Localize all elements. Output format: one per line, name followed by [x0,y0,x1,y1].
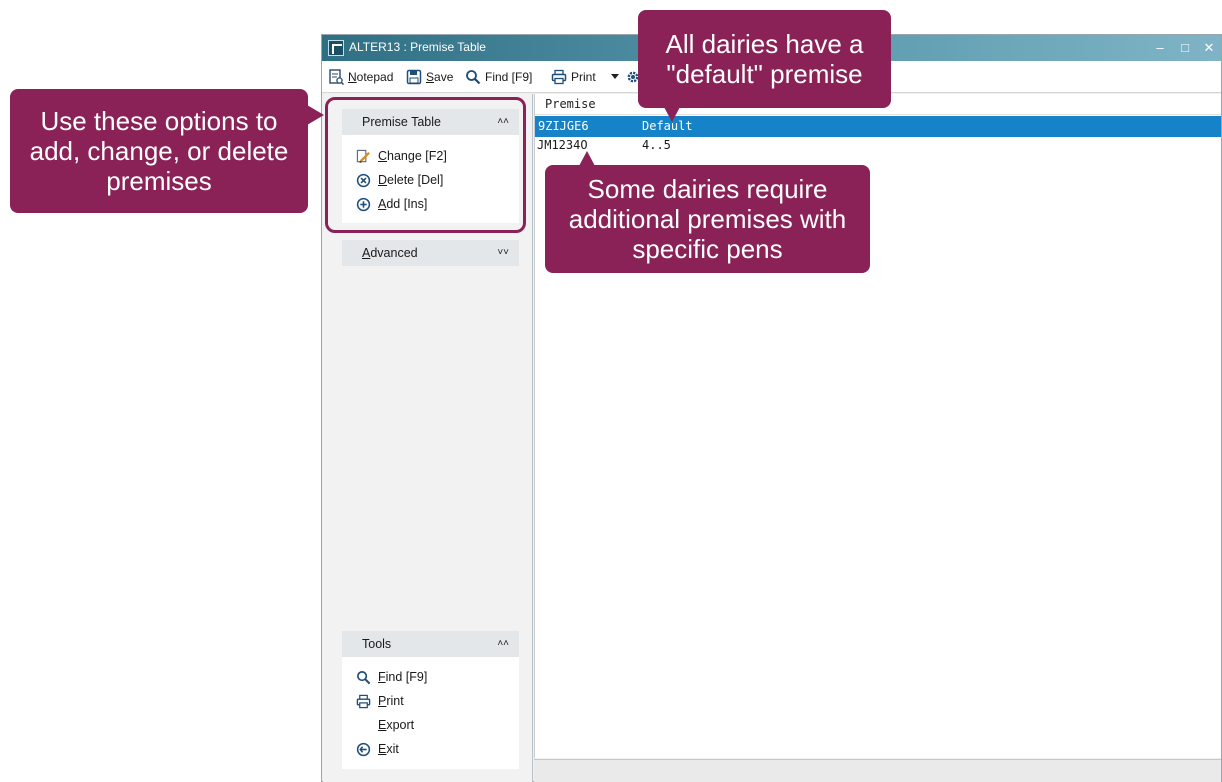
minimize-button[interactable]: – [1149,38,1171,58]
tools-print-label: rint [386,694,404,708]
options-callout-text: Use these options to add, change, or del… [29,106,289,196]
tools-group-title: Tools [362,637,392,651]
column-header-premise[interactable]: Premise [545,97,596,111]
options-callout: Use these options to add, change, or del… [10,89,324,213]
tools-group-header[interactable]: Tools ˄˄ [342,631,519,657]
app-logo-icon [328,40,344,56]
premise-cell: 9ZIJGE6 [538,119,589,133]
search-icon [357,670,371,684]
advanced-group-header[interactable]: Advanced ˅˅ [342,240,519,266]
tools-group-body: Find [F9] Print Export Exit [342,657,519,769]
save-button[interactable]: Save [406,67,453,87]
notepad-mnemonic: N [348,70,357,84]
print-button[interactable]: Print [551,67,596,87]
callout-pointer [664,107,680,122]
status-bar [534,759,1221,782]
print-label: Print [571,70,596,84]
additional-premises-callout-text: Some dairies require additional premises… [568,174,847,264]
window-title: ALTER13 : Premise Table [349,40,486,54]
notepad-icon [329,69,344,85]
exit-icon [356,742,371,756]
print-dropdown-arrow[interactable] [611,74,619,79]
save-icon [406,69,422,85]
table-row[interactable]: 9ZIJGE6 Default [535,116,1221,137]
save-mnemonic: S [426,70,435,84]
close-button[interactable]: ✕ [1198,38,1220,58]
collapse-icon[interactable]: ˄˄ [497,638,509,649]
tools-export-task[interactable]: Export [356,716,414,734]
tools-print-task[interactable]: Print [356,692,404,710]
options-highlight-box [325,97,526,233]
tools-exit-task[interactable]: Exit [356,740,399,758]
callout-pointer [579,151,595,166]
additional-premises-callout: Some dairies require additional premises… [545,151,870,273]
premise-cell: JM1234O [537,138,588,152]
callout-pointer [307,105,324,125]
tools-find-mnemonic: F [378,670,386,684]
notepad-button[interactable]: Notepad [328,67,393,87]
printer-icon [356,694,371,708]
maximize-button[interactable]: □ [1174,38,1196,58]
save-label: ave [434,70,454,84]
default-premise-callout: All dairies have a "default" premise [638,10,891,122]
find-label: Find [F9] [485,70,533,84]
advanced-group-title: dvanced [370,246,418,260]
find-button[interactable]: Find [F9] [465,67,532,87]
tools-export-label: xport [386,718,415,732]
search-icon [466,70,481,85]
tools-find-task[interactable]: Find [F9] [356,668,427,686]
notepad-label: otepad [356,70,394,84]
default-premise-callout-text: All dairies have a "default" premise [665,29,864,89]
tools-find-label: ind [F9] [385,670,428,684]
tools-exit-label: xit [386,742,399,756]
expand-icon[interactable]: ˅˅ [497,247,509,258]
pens-cell: 4..5 [642,138,671,152]
printer-icon [551,69,567,85]
table-row[interactable]: JM1234O 4..5 [535,137,1221,156]
